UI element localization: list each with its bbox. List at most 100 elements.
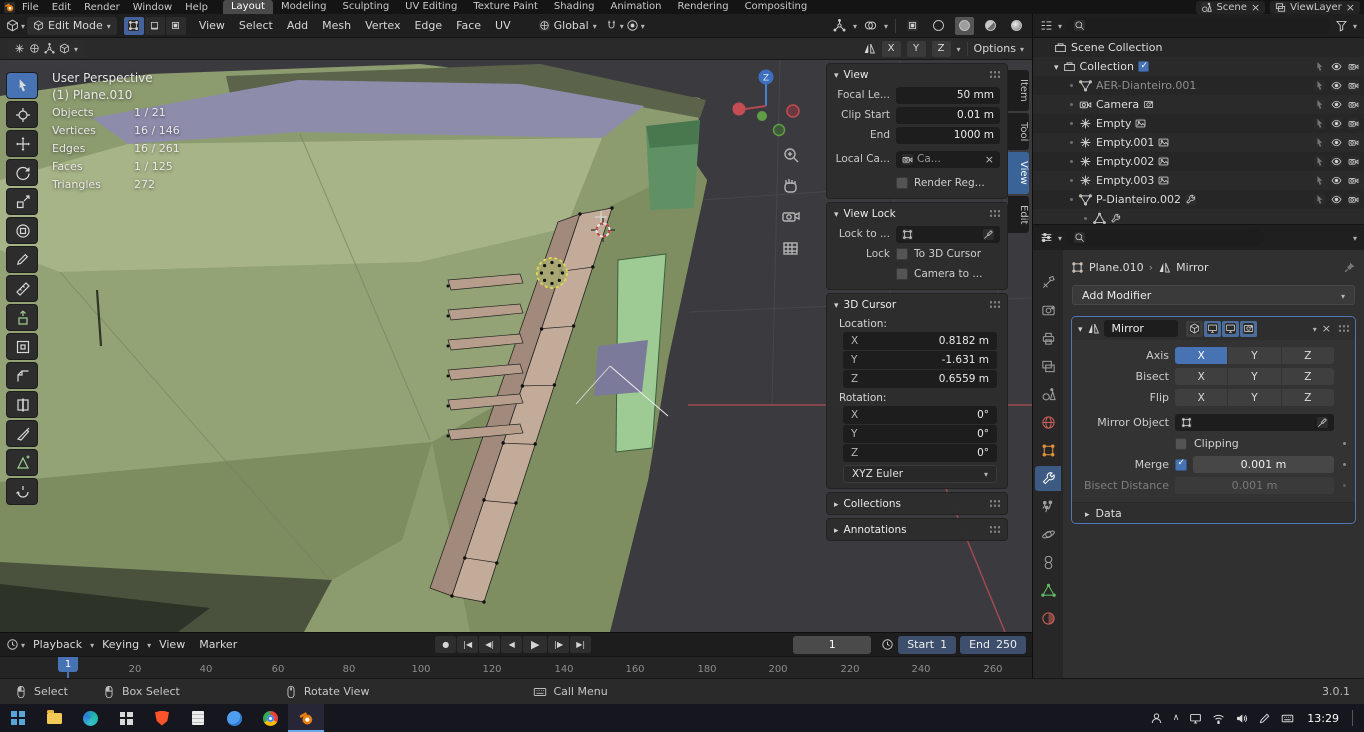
shading-material-button[interactable] bbox=[981, 17, 1000, 35]
face-select-button[interactable] bbox=[165, 16, 186, 35]
tab-object-data-properties[interactable] bbox=[1035, 578, 1061, 603]
viewlayer-selector[interactable]: ViewLayer bbox=[1270, 0, 1360, 14]
selectable-icon[interactable] bbox=[1314, 118, 1325, 129]
bisect-x-button[interactable]: X bbox=[1175, 368, 1228, 385]
pen-icon[interactable] bbox=[1258, 712, 1271, 725]
cursor-tool[interactable] bbox=[6, 101, 38, 128]
selectable-icon[interactable] bbox=[1314, 194, 1325, 205]
outliner-row-partial[interactable] bbox=[1033, 209, 1364, 224]
workspace-tab-modeling[interactable]: Modeling bbox=[273, 0, 335, 14]
record-button[interactable]: ● bbox=[435, 636, 457, 654]
cursor-location-z-field[interactable]: Z 0.6559 m bbox=[843, 370, 997, 388]
inset-faces-tool[interactable] bbox=[6, 333, 38, 360]
clipping-checkbox[interactable] bbox=[1175, 437, 1187, 450]
axis-x-button[interactable]: X bbox=[1175, 347, 1228, 364]
add-modifier-button[interactable]: Add Modifier bbox=[1072, 285, 1355, 305]
outliner-row-object[interactable]: Empty bbox=[1033, 114, 1364, 133]
lock-3d-cursor-checkbox[interactable] bbox=[896, 248, 908, 260]
modifier-close-icon[interactable] bbox=[1322, 322, 1331, 335]
rotation-mode-dropdown[interactable]: XYZ Euler bbox=[843, 465, 997, 483]
menu-select[interactable]: Select bbox=[233, 17, 279, 34]
editor-type-button[interactable] bbox=[6, 19, 25, 32]
brave-button[interactable] bbox=[144, 704, 180, 732]
drag-handle[interactable] bbox=[989, 70, 1000, 79]
knife-tool[interactable] bbox=[6, 420, 38, 447]
scene-selector[interactable]: Scene bbox=[1196, 0, 1266, 14]
outliner-row-object[interactable]: Empty.002 bbox=[1033, 152, 1364, 171]
vertex-select-button[interactable] bbox=[123, 16, 144, 35]
drag-handle[interactable] bbox=[989, 499, 1000, 508]
outliner-row-object[interactable]: Empty.003 bbox=[1033, 171, 1364, 190]
outliner-row-scene-collection[interactable]: Scene Collection bbox=[1033, 38, 1364, 57]
workspace-tab-uv-editing[interactable]: UV Editing bbox=[397, 0, 465, 14]
spin-tool[interactable] bbox=[6, 478, 38, 505]
chevron-down-icon[interactable] bbox=[1353, 19, 1357, 32]
hide-eye-icon[interactable] bbox=[1331, 194, 1342, 205]
axis-y-button[interactable]: Y bbox=[1228, 347, 1281, 364]
collapse-arrow-icon[interactable] bbox=[1078, 322, 1083, 335]
modifier-extras-chevron-icon[interactable] bbox=[1313, 322, 1317, 335]
tab-tool-properties[interactable] bbox=[1035, 270, 1061, 295]
frame-end-field[interactable]: End 250 bbox=[960, 635, 1026, 654]
snap-magnet-icon[interactable] bbox=[605, 19, 618, 32]
axis-z-button[interactable]: Z bbox=[1281, 347, 1334, 364]
hide-eye-icon[interactable] bbox=[1331, 99, 1342, 110]
tab-render-properties[interactable] bbox=[1035, 298, 1061, 323]
menu-keying[interactable]: Keying bbox=[96, 636, 145, 653]
tab-constraint-properties[interactable] bbox=[1035, 550, 1061, 575]
workspace-tab-compositing[interactable]: Compositing bbox=[737, 0, 816, 14]
monitor-icon[interactable] bbox=[1189, 712, 1202, 725]
move-tool[interactable] bbox=[6, 130, 38, 157]
3d-cursor-section-header[interactable]: 3D Cursor bbox=[827, 294, 1007, 315]
workspace-tab-shading[interactable]: Shading bbox=[546, 0, 603, 14]
hide-eye-icon[interactable] bbox=[1331, 137, 1342, 148]
cursor-rotation-y-field[interactable]: Y 0° bbox=[843, 425, 997, 443]
drag-handle[interactable] bbox=[989, 300, 1000, 309]
menu-marker[interactable]: Marker bbox=[193, 636, 243, 653]
messaging-app-button[interactable] bbox=[216, 704, 252, 732]
tab-edit[interactable]: Edit bbox=[1008, 195, 1029, 234]
menu-uv[interactable]: UV bbox=[489, 17, 517, 34]
breadcrumb-object[interactable]: Plane.010 bbox=[1089, 261, 1144, 274]
mirror-y-button[interactable]: Y bbox=[906, 40, 926, 57]
proportional-editing-icon[interactable] bbox=[626, 19, 639, 32]
tab-output-properties[interactable] bbox=[1035, 326, 1061, 351]
current-frame-field[interactable]: 1 bbox=[793, 635, 872, 654]
transform-tool[interactable] bbox=[6, 217, 38, 244]
focal-length-field[interactable]: 50 mm bbox=[896, 86, 1000, 104]
flip-y-button[interactable]: Y bbox=[1228, 389, 1281, 406]
prev-keyframe-button[interactable]: ◀| bbox=[479, 636, 501, 654]
menu-edit[interactable]: Edit bbox=[46, 2, 77, 13]
menu-file[interactable]: File bbox=[16, 2, 45, 13]
loop-cut-tool[interactable] bbox=[6, 391, 38, 418]
outliner-search-input[interactable] bbox=[1067, 17, 1330, 34]
select-box-tool[interactable] bbox=[6, 72, 38, 99]
shading-wireframe-button[interactable] bbox=[929, 17, 948, 35]
chevron-down-icon[interactable] bbox=[1058, 231, 1062, 244]
properties-search-input[interactable] bbox=[1067, 229, 1264, 246]
edge-select-button[interactable] bbox=[144, 16, 165, 35]
local-camera-field[interactable]: Ca... bbox=[896, 150, 1000, 168]
jump-to-start-button[interactable]: |◀ bbox=[457, 636, 479, 654]
hide-eye-icon[interactable] bbox=[1331, 80, 1342, 91]
start-button[interactable] bbox=[0, 704, 36, 732]
speaker-icon[interactable] bbox=[1235, 712, 1248, 725]
tab-item[interactable]: Item bbox=[1008, 70, 1029, 111]
poly-build-tool[interactable] bbox=[6, 449, 38, 476]
menu-render[interactable]: Render bbox=[78, 2, 126, 13]
playhead[interactable]: 1 bbox=[58, 657, 78, 673]
render-visibility-icon[interactable] bbox=[1348, 118, 1359, 129]
workspace-tab-sculpting[interactable]: Sculpting bbox=[334, 0, 397, 14]
menu-face[interactable]: Face bbox=[450, 17, 487, 34]
options-dropdown[interactable]: Options bbox=[974, 42, 1024, 55]
render-visibility-icon[interactable] bbox=[1348, 137, 1359, 148]
cursor-rotation-z-field[interactable]: Z 0° bbox=[843, 444, 997, 462]
outliner-row-collection[interactable]: Collection bbox=[1033, 57, 1364, 76]
apps-grid-button[interactable] bbox=[108, 704, 144, 732]
tab-view-layer-properties[interactable] bbox=[1035, 354, 1061, 379]
bevel-tool[interactable] bbox=[6, 362, 38, 389]
shading-rendered-button[interactable] bbox=[1007, 17, 1026, 35]
bisect-z-button[interactable]: Z bbox=[1281, 368, 1334, 385]
flip-z-button[interactable]: Z bbox=[1281, 389, 1334, 406]
menu-playback[interactable]: Playback bbox=[27, 636, 88, 653]
